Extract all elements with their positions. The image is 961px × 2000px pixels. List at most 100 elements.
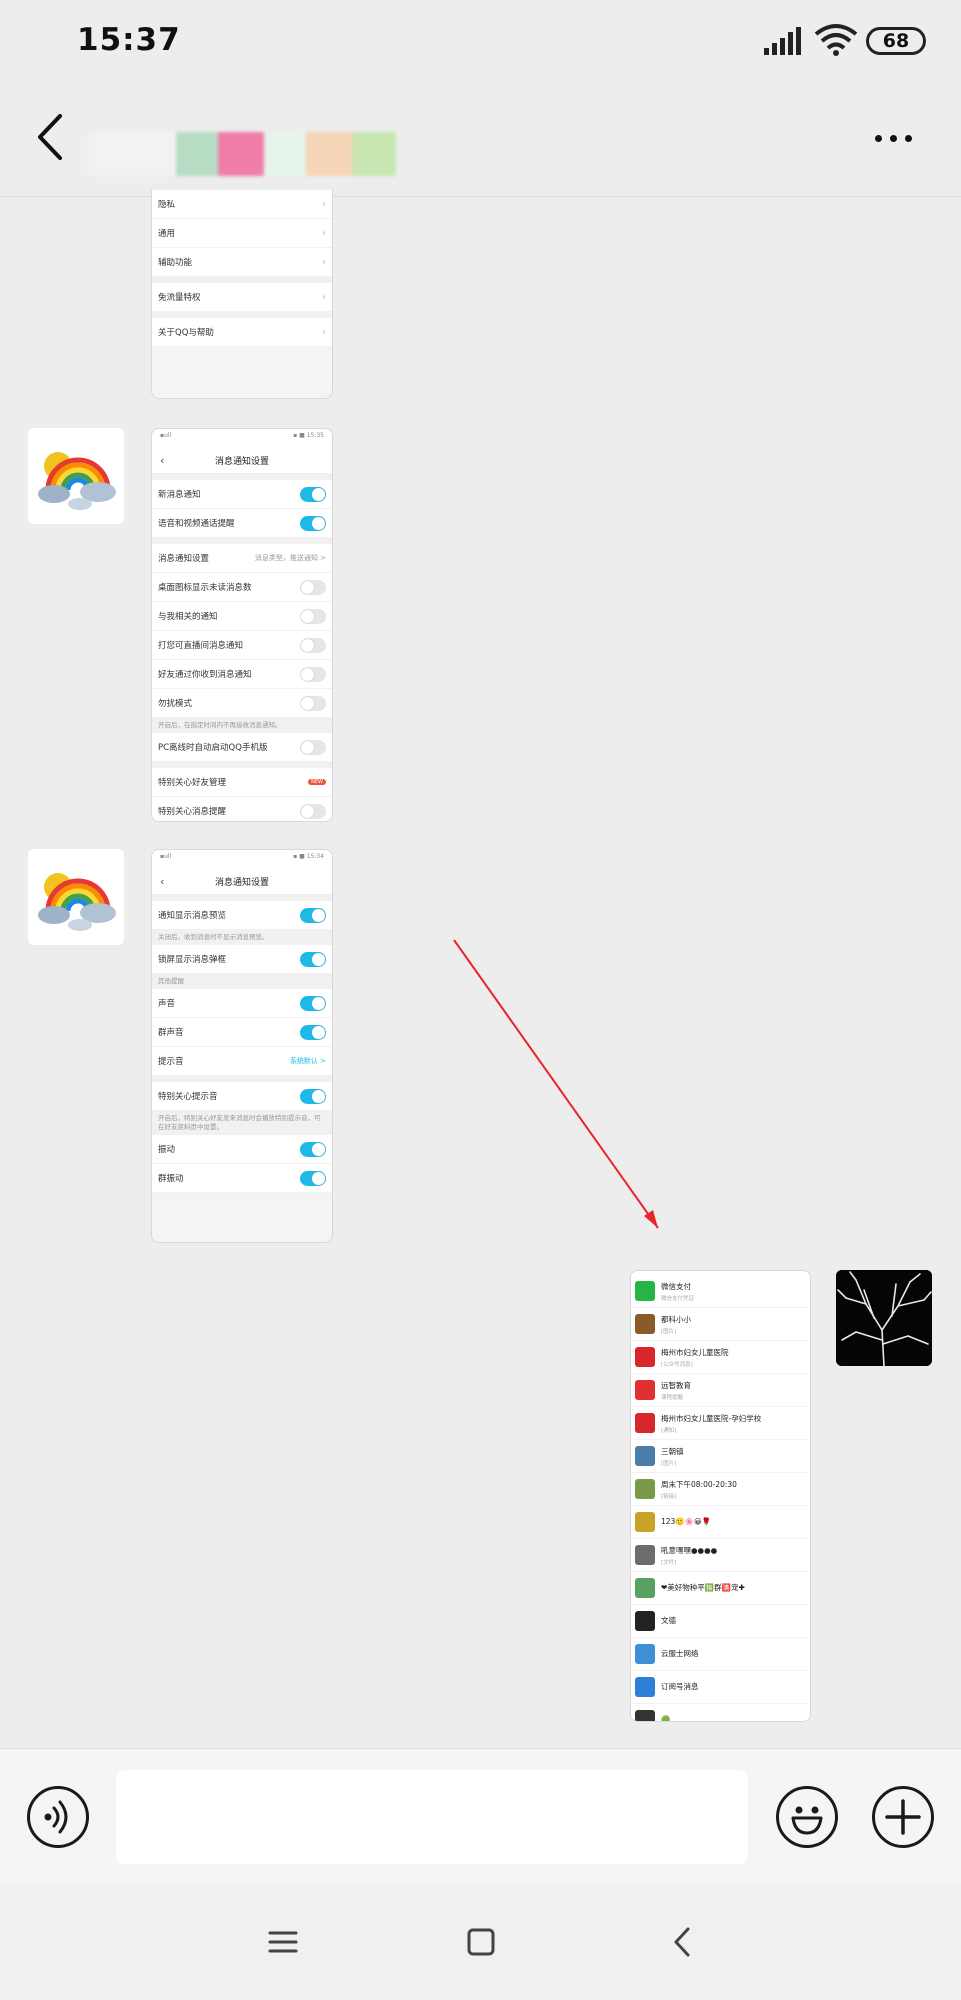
chat-avatar-icon: [635, 1446, 655, 1466]
wifi-icon: [814, 22, 858, 58]
chat-list-row: 🟢: [631, 1704, 810, 1722]
settings-row: 桌面图标显示未读消息数: [152, 573, 332, 602]
settings-row: 隐私 ›: [152, 190, 332, 219]
more-button[interactable]: [868, 118, 918, 158]
chat-avatar-icon: [635, 1512, 655, 1532]
chat-list-row: 吼意嘿嘿●●●● [文件]: [631, 1539, 810, 1572]
chat-preview: [链接]: [661, 1493, 677, 1500]
chat-list-row: 都科小小 [图片]: [631, 1308, 810, 1341]
settings-row: 勿扰模式: [152, 689, 332, 718]
chat-name: 微信支付: [661, 1281, 691, 1291]
chat-avatar-icon: [635, 1314, 655, 1334]
chat-list-row: 微信支付 微信支付凭证: [631, 1275, 810, 1308]
settings-row: 与我相关的通知: [152, 602, 332, 631]
settings-row: 新消息通知: [152, 480, 332, 509]
chat-list-row: 远智教育 课程提醒: [631, 1374, 810, 1407]
chat-avatar-icon: [635, 1347, 655, 1367]
chat-list-row: 梅州市妇女儿童医院 [公众号消息]: [631, 1341, 810, 1374]
chat-name: 都科小小: [661, 1314, 691, 1324]
chat-preview: [图片]: [661, 1328, 677, 1335]
chat-name: ❤美好物种平🈯群🈵宠✚: [661, 1582, 745, 1592]
menu-icon: [268, 1931, 298, 1953]
settings-row: 群振动: [152, 1164, 332, 1193]
settings-row: 群声音: [152, 1018, 332, 1047]
chat-avatar-icon: [635, 1380, 655, 1400]
rainbow-avatar-icon: [28, 849, 124, 945]
back-button[interactable]: [30, 112, 70, 162]
back-triangle-icon: [674, 1927, 690, 1957]
emoji-button[interactable]: [776, 1786, 838, 1848]
status-time: 15:37: [77, 22, 181, 58]
plus-icon: [885, 1799, 921, 1835]
chat-title-redacted: [88, 104, 398, 176]
home-button[interactable]: [464, 1925, 498, 1959]
image-message-notification-settings-2[interactable]: ▪ull ▪ ■ 15:34 ‹ 消息通知设置 通知显示消息预览 关闭后，收到消息时…: [151, 849, 333, 1243]
battery-level: 68: [882, 30, 910, 52]
image-message-chat-list[interactable]: 微信支付 微信支付凭证都科小小 [图片] 梅州市妇女儿童医院 [公众号消息] 远智教育 课程…: [630, 1270, 811, 1722]
chat-name: 123🙂🌸😀🌹: [661, 1516, 712, 1526]
settings-row: PC离线时自动启动QQ手机版: [152, 733, 332, 762]
chat-name: 周末下午08:00-20:30: [661, 1479, 737, 1489]
chat-name: 三朝镇: [661, 1446, 684, 1456]
chat-avatar-icon: [635, 1413, 655, 1433]
chat-preview: [通知]: [661, 1427, 677, 1434]
home-square-icon: [467, 1928, 495, 1956]
avatar-tree[interactable]: [836, 1270, 932, 1366]
chat-preview: [公众号消息]: [661, 1361, 693, 1368]
chat-avatar-icon: [635, 1677, 655, 1697]
settings-row: 辅助功能 ›: [152, 248, 332, 277]
settings-row: 振动: [152, 1135, 332, 1164]
chat-list-row: ❤美好物种平🈯群🈵宠✚: [631, 1572, 810, 1605]
avatar-rainbow[interactable]: [28, 428, 124, 524]
settings-row: 特别关心提示音: [152, 1082, 332, 1111]
chat-avatar-icon: [635, 1611, 655, 1631]
avatar-rainbow[interactable]: [28, 849, 124, 945]
image-message-settings[interactable]: 隐私 › 通用 › 辅助功能 › 免流量特权 › 关于QQ与帮助 ›: [151, 190, 333, 399]
chevron-left-icon: [38, 114, 62, 160]
settings-row: 锁屏显示消息弹框: [152, 945, 332, 974]
voice-icon: [44, 1800, 68, 1834]
settings-row: 提示音 系统默认 >: [152, 1047, 332, 1076]
chat-avatar-icon: [635, 1710, 655, 1721]
chat-list-row: 梅州市妇女儿童医院-孕妇学校 [通知]: [631, 1407, 810, 1440]
chat-preview: 课程提醒: [661, 1394, 684, 1401]
settings-row: 通用 ›: [152, 219, 332, 248]
rainbow-avatar-icon: [28, 428, 124, 524]
chat-preview: [图片]: [661, 1460, 677, 1467]
settings-row: 消息通知设置 消息类型，推送通知 >: [152, 544, 332, 573]
chat-name: 🟢: [661, 1714, 671, 1722]
chat-list-row: 123🙂🌸😀🌹: [631, 1506, 810, 1539]
chat-list-row: 云服士网络: [631, 1638, 810, 1671]
nav-back-button[interactable]: [666, 1925, 700, 1959]
chat-list: 微信支付 微信支付凭证都科小小 [图片] 梅州市妇女儿童医院 [公众号消息] 远智教育 课程…: [631, 1275, 810, 1722]
chat-preview: [文件]: [661, 1559, 677, 1566]
menu-button[interactable]: [266, 1925, 300, 1959]
signal-icon: [762, 26, 802, 56]
settings-row: 好友通过你收到消息通知: [152, 660, 332, 689]
settings-row: 语音和视频通话提醒: [152, 509, 332, 538]
chat-avatar-icon: [635, 1479, 655, 1499]
chat-list-row: 文德: [631, 1605, 810, 1638]
battery-icon: 68: [866, 27, 926, 55]
voice-button[interactable]: [27, 1786, 89, 1848]
settings-row: 免流量特权 ›: [152, 283, 332, 312]
chat-name: 文德: [661, 1615, 676, 1625]
message-input[interactable]: [116, 1770, 748, 1864]
red-arrow-annotation: [453, 939, 659, 1229]
chat-name: 云服士网络: [661, 1648, 699, 1658]
settings-row: 通知显示消息预览: [152, 901, 332, 930]
chat-avatar-icon: [635, 1545, 655, 1565]
tree-avatar-icon: [836, 1270, 932, 1366]
settings-row: 特别关心消息提醒: [152, 797, 332, 821]
chat-name: 订阅号消息: [661, 1681, 699, 1691]
chat-avatar-icon: [635, 1281, 655, 1301]
chat-name: 梅州市妇女儿童医院-孕妇学校: [661, 1413, 762, 1423]
chat-list-row: 周末下午08:00-20:30 [链接]: [631, 1473, 810, 1506]
chat-avatar-icon: [635, 1578, 655, 1598]
chat-name: 吼意嘿嘿●●●●: [661, 1545, 718, 1555]
image-message-notification-settings[interactable]: ▪ull ▪ ■ 15:35 ‹ 消息通知设置 新消息通知 语音和视频通话提醒 消息…: [151, 428, 333, 822]
emoji-icon: [791, 1806, 823, 1835]
plus-button[interactable]: [872, 1786, 934, 1848]
chat-name: 梅州市妇女儿童医院: [661, 1347, 729, 1357]
settings-row: 关于QQ与帮助 ›: [152, 318, 332, 347]
